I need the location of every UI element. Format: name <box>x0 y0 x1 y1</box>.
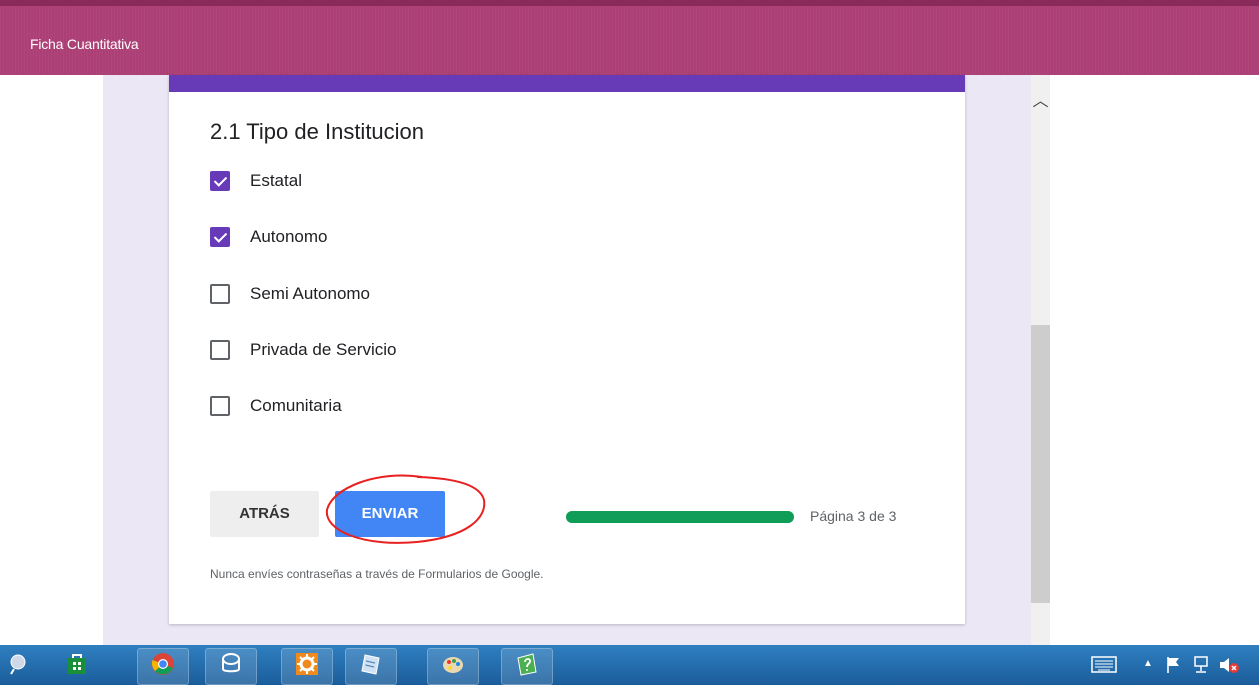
send-button[interactable]: ENVIAR <box>335 491 445 537</box>
scrollbar-thumb[interactable] <box>1031 325 1050 603</box>
option-label: Semi Autonomo <box>250 284 371 303</box>
keyboard-icon[interactable] <box>1091 655 1117 675</box>
checkbox[interactable] <box>210 340 230 360</box>
option-label: Estatal <box>250 171 302 190</box>
scroll-up-icon[interactable]: ︿ <box>1031 92 1050 112</box>
card-accent-bar <box>169 75 965 92</box>
notes-icon <box>361 654 380 675</box>
chevron-up-icon[interactable]: ▲ <box>1143 658 1153 669</box>
back-button[interactable]: ATRÁS <box>210 491 319 537</box>
store-icon[interactable] <box>65 652 89 676</box>
checkbox[interactable] <box>210 396 230 416</box>
option-label: Comunitaria <box>250 396 342 415</box>
option-autonomo[interactable]: Autonomo <box>210 225 610 251</box>
volume-muted-icon[interactable] <box>1218 655 1240 675</box>
settings-icon <box>296 653 318 675</box>
database-icon <box>222 653 240 673</box>
start-icon[interactable] <box>8 652 32 676</box>
option-label: Privada de Servicio <box>250 340 397 359</box>
checkbox[interactable] <box>210 284 230 304</box>
paint-icon <box>443 657 463 673</box>
progress-fill <box>566 511 794 523</box>
option-label: Autonomo <box>250 227 328 246</box>
option-comunitaria[interactable]: Comunitaria <box>210 394 610 420</box>
progress-bar <box>566 511 794 523</box>
header-strip <box>0 0 1259 6</box>
option-estatal[interactable]: Estatal <box>210 169 610 195</box>
flag-icon[interactable] <box>1165 656 1183 674</box>
option-privada-de-servicio[interactable]: Privada de Servicio <box>210 338 610 364</box>
app-title: Ficha Cuantitativa <box>30 36 139 52</box>
network-icon[interactable] <box>1191 655 1211 675</box>
footer-note: Nunca envíes contraseñas a través de For… <box>210 567 544 581</box>
option-semi-autonomo[interactable]: Semi Autonomo <box>210 282 610 308</box>
taskbar: ▲ <box>0 645 1259 685</box>
checkbox[interactable] <box>210 227 230 247</box>
app-header: Ficha Cuantitativa <box>0 0 1259 75</box>
question-title: 2.1 Tipo de Institucion <box>210 119 425 144</box>
page-indicator: Página 3 de 3 <box>810 508 897 524</box>
form-card: 2.1 Tipo de Institucion Estatal Autonomo… <box>169 75 965 624</box>
chrome-icon <box>151 653 174 675</box>
help-icon <box>517 653 537 676</box>
checkbox[interactable] <box>210 171 230 191</box>
